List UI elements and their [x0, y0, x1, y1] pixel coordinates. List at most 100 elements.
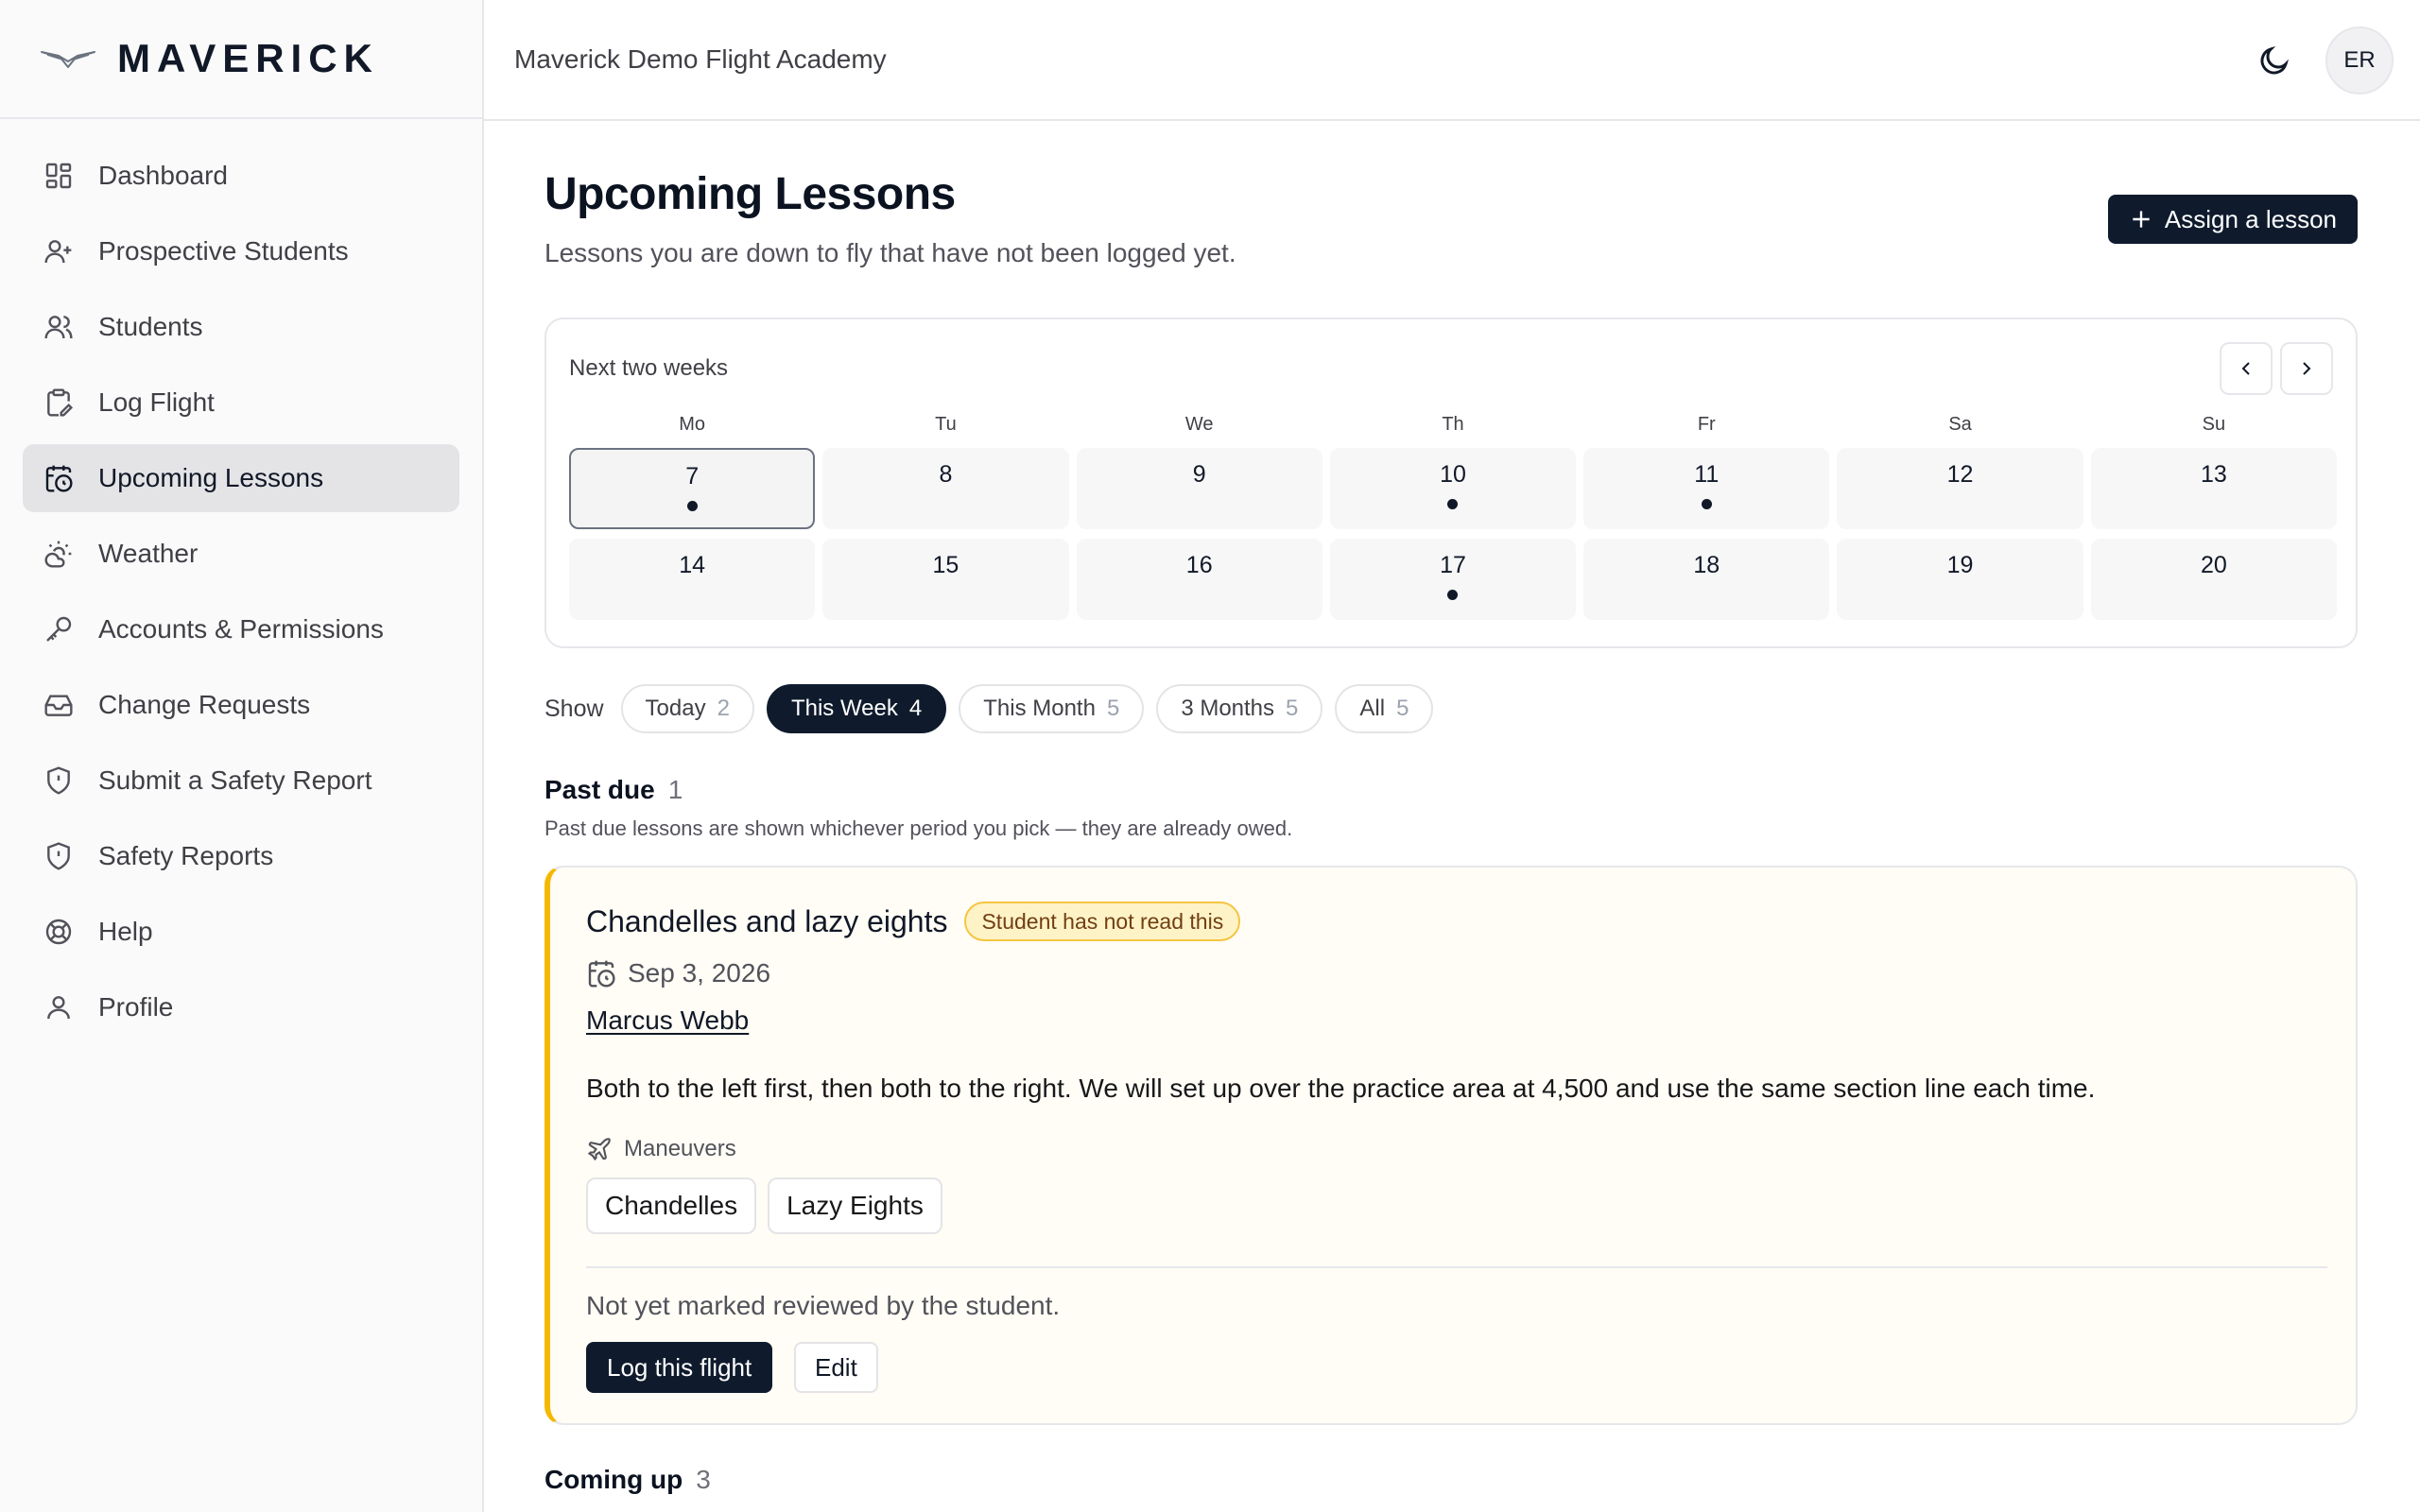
weekday-label: Su — [2202, 414, 2226, 435]
user-icon — [47, 996, 70, 1020]
plus-icon — [2133, 211, 2150, 228]
sidebar-item-weather[interactable]: Weather — [23, 520, 459, 588]
sidebar-item-change-requests[interactable]: Change Requests — [23, 671, 459, 739]
weather-icon — [44, 541, 72, 568]
calendar-day[interactable]: 14 — [569, 539, 816, 620]
sidebar-item-profile[interactable]: Profile — [23, 973, 459, 1041]
filter-today[interactable]: Today 2 — [620, 684, 754, 733]
sidebar-nav: Dashboard Prospective Students Students … — [0, 119, 482, 1041]
day-number: 14 — [679, 552, 706, 578]
calendar-day[interactable]: 10 — [1329, 448, 1577, 529]
assign-lesson-label: Assign a lesson — [2164, 204, 2337, 233]
sidebar-item-students[interactable]: Students — [23, 293, 459, 361]
shield-alert-icon — [47, 766, 70, 795]
avatar[interactable]: ER — [2325, 26, 2394, 94]
filter-label: This Week — [790, 696, 898, 721]
sidebar-item-submit-safety-report[interactable]: Submit a Safety Report — [23, 747, 459, 815]
day-number: 17 — [1440, 552, 1466, 578]
sidebar-item-label: Safety Reports — [98, 841, 274, 870]
calendar-next-button[interactable] — [2280, 342, 2333, 395]
coming-up-heading: Coming up 3 — [544, 1465, 711, 1495]
divider — [586, 1266, 2327, 1268]
past-due-count: 1 — [667, 775, 683, 804]
calendar-label: Next two weeks — [569, 355, 729, 381]
filter-label: 3 Months — [1181, 696, 1275, 721]
sidebar-item-log-flight[interactable]: Log Flight — [23, 369, 459, 437]
day-number: 10 — [1440, 461, 1466, 488]
day-number: 18 — [1693, 552, 1720, 578]
filter-this-week[interactable]: This Week 4 — [766, 684, 947, 733]
sidebar-item-label: Students — [98, 312, 203, 341]
lesson-date-row: Sep 3, 2026 — [586, 958, 770, 988]
calendar-grid: 7 8 9 10 11 12 13 14 15 16 17 18 19 20 — [569, 448, 2337, 620]
calendar-day[interactable]: 12 — [1837, 448, 2083, 529]
day-number: 9 — [1192, 461, 1206, 488]
day-number: 15 — [932, 552, 959, 578]
clipboard-icon — [47, 388, 74, 417]
log-flight-button[interactable]: Log this flight — [586, 1342, 773, 1393]
calendar-day[interactable]: 9 — [1076, 448, 1322, 529]
calendar-day[interactable]: 13 — [2090, 448, 2337, 529]
student-link[interactable]: Marcus Webb — [586, 1005, 749, 1036]
weekday-label: Tu — [935, 414, 957, 435]
lesson-title: Chandelles and lazy eights — [586, 903, 948, 938]
maneuvers-label: Maneuvers — [624, 1136, 736, 1161]
day-number: 16 — [1185, 552, 1213, 578]
lesson-date: Sep 3, 2026 — [628, 958, 771, 988]
theme-toggle-button[interactable] — [2252, 38, 2297, 83]
filter-label: This Month — [983, 696, 1096, 721]
filter-count: 5 — [1106, 696, 1120, 721]
day-number: 8 — [939, 461, 953, 488]
sidebar-item-dashboard[interactable]: Dashboard — [23, 142, 459, 210]
user-plus-icon — [44, 240, 72, 264]
sidebar-item-label: Upcoming Lessons — [98, 463, 324, 492]
assign-lesson-button[interactable]: Assign a lesson — [2107, 195, 2358, 244]
filter-all[interactable]: All 5 — [1335, 684, 1434, 733]
day-number: 13 — [2200, 461, 2227, 488]
two-week-calendar: Next two weeks Mo Tu We Th Fr Sa Su 7 8 … — [544, 318, 2358, 648]
unread-badge: Student has not read this — [964, 902, 1241, 941]
weekday-header: Mo Tu We Th Fr Sa Su — [569, 414, 2337, 436]
calendar-day[interactable]: 19 — [1837, 539, 2083, 620]
period-filter: Show Today 2 This Week 4 This Month 5 3 Mon… — [544, 684, 1445, 733]
main-content: Upcoming Lessons Lessons you are down to… — [484, 121, 2420, 1512]
sidebar-item-prospective-students[interactable]: Prospective Students — [23, 217, 459, 285]
day-number: 7 — [685, 463, 700, 490]
lesson-dot — [1447, 499, 1459, 509]
sidebar-item-safety-reports[interactable]: Safety Reports — [23, 822, 459, 890]
day-number: 11 — [1694, 461, 1720, 488]
lesson-dot — [1701, 499, 1712, 509]
users-icon — [44, 316, 73, 339]
edit-button[interactable]: Edit — [794, 1342, 878, 1393]
sidebar-item-label: Submit a Safety Report — [98, 765, 372, 795]
weekday-label: Fr — [1697, 414, 1716, 435]
brand[interactable]: MAVERICK — [0, 0, 482, 119]
day-number: 12 — [1946, 461, 1974, 488]
chevron-right-icon — [2303, 362, 2311, 375]
filter-3-months[interactable]: 3 Months 5 — [1156, 684, 1323, 733]
calendar-day[interactable]: 16 — [1076, 539, 1322, 620]
sidebar-item-help[interactable]: Help — [23, 898, 459, 966]
calendar-prev-button[interactable] — [2220, 342, 2273, 395]
lesson-title-row: Chandelles and lazy eights Student has n… — [586, 902, 1241, 941]
calendar-day[interactable]: 18 — [1583, 539, 1830, 620]
wings-logo-icon — [41, 51, 95, 68]
filter-this-month[interactable]: This Month 5 — [959, 684, 1145, 733]
calendar-day[interactable]: 7 — [569, 448, 816, 529]
calendar-day[interactable]: 8 — [822, 448, 1069, 529]
calendar-day[interactable]: 15 — [822, 539, 1069, 620]
maneuvers-heading: Maneuvers — [586, 1136, 736, 1162]
sidebar-item-accounts-permissions[interactable]: Accounts & Permissions — [23, 595, 459, 663]
calendar-day[interactable]: 20 — [2090, 539, 2337, 620]
calendar-day[interactable]: 17 — [1329, 539, 1577, 620]
day-number: 20 — [2200, 552, 2227, 578]
sidebar-item-label: Change Requests — [98, 690, 311, 719]
sidebar-item-label: Help — [98, 917, 153, 946]
calendar-day[interactable]: 11 — [1583, 448, 1830, 529]
lifebuoy-icon — [45, 919, 72, 945]
sidebar-item-upcoming-lessons[interactable]: Upcoming Lessons — [23, 444, 459, 512]
page-title: Upcoming Lessons — [544, 169, 956, 219]
filter-count: 5 — [1286, 696, 1299, 721]
calendar-clock-icon — [588, 960, 615, 988]
sidebar-item-label: Accounts & Permissions — [98, 614, 384, 644]
